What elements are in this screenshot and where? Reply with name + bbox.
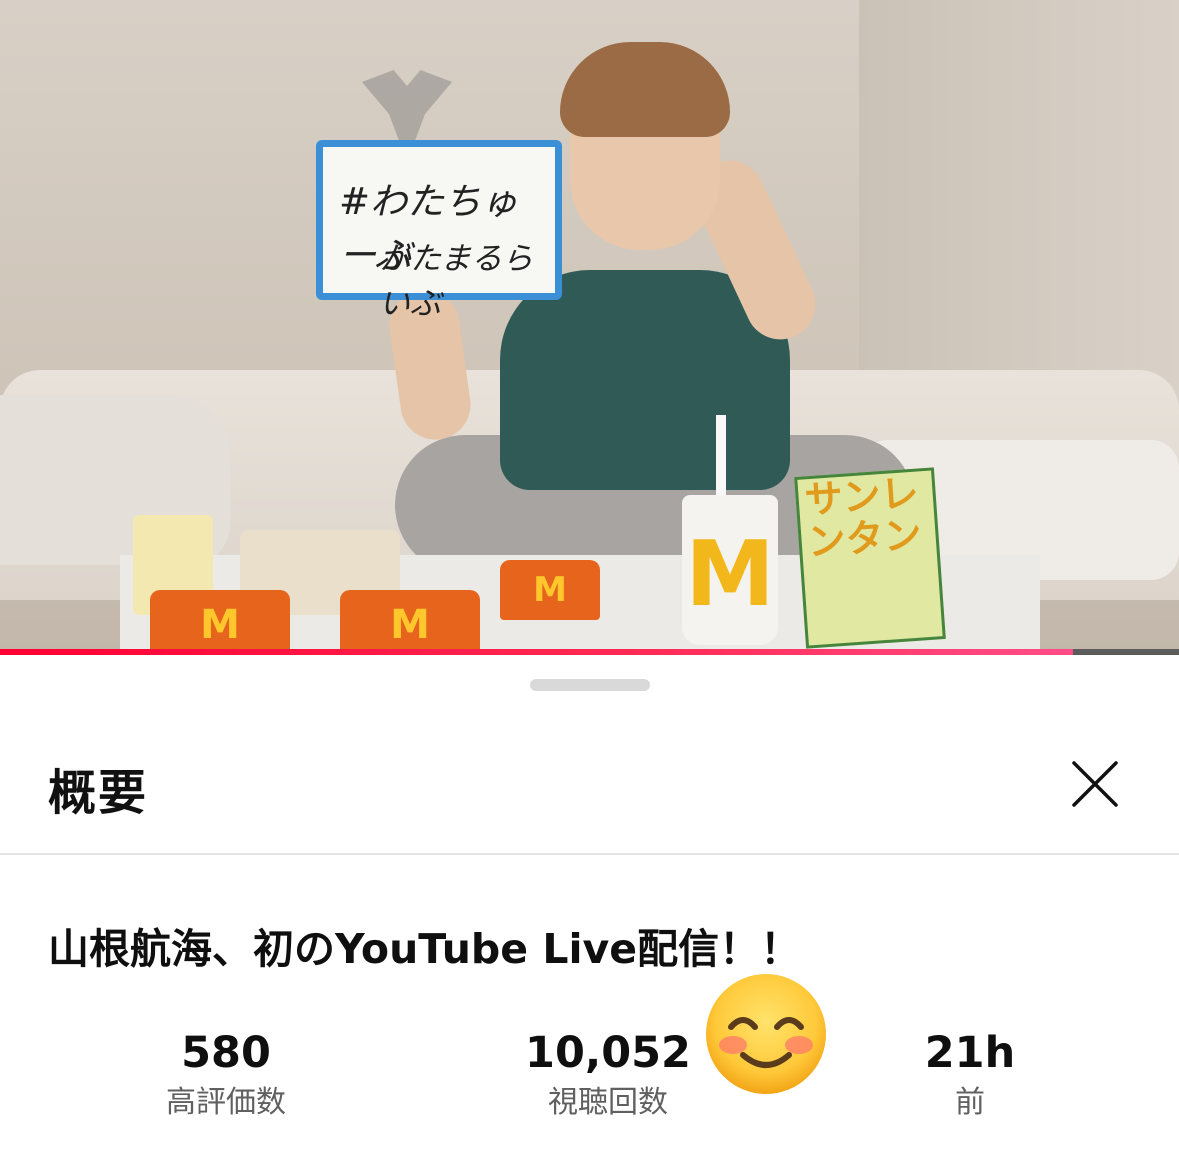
- likes-count: 580: [181, 1028, 271, 1078]
- views-stat: 10,052 視聴回数: [478, 1025, 738, 1123]
- smiling-face-emoji: [706, 974, 826, 1094]
- sheet-title: 概要: [48, 765, 149, 821]
- book: サンレンタン: [794, 467, 946, 649]
- fries-box: M: [150, 590, 290, 655]
- drink-cup: M: [682, 495, 778, 645]
- whiteboard-line-2: かたまるらいぶ: [379, 241, 534, 322]
- drag-handle[interactable]: [530, 679, 650, 691]
- divider: [0, 853, 1179, 855]
- close-button[interactable]: [1060, 749, 1130, 819]
- upload-age-value: 21h: [924, 1028, 1016, 1078]
- fries-box: M: [340, 590, 480, 655]
- video-progress-fill: [0, 649, 1073, 655]
- video-player[interactable]: #わたちゅーぶ かたまるらいぶ M M M M サンレンタン: [0, 0, 1179, 655]
- likes-label: 高評価数: [166, 1085, 286, 1120]
- close-icon: [1072, 761, 1118, 807]
- wall-decoration: [362, 70, 452, 150]
- whiteboard: #わたちゅーぶ かたまるらいぶ: [316, 140, 562, 322]
- straw: [716, 415, 726, 505]
- person-hair: [560, 42, 730, 137]
- upload-age-stat: 21h 前: [840, 1025, 1100, 1123]
- video-title: 山根航海、初のYouTube Live配信！！: [48, 925, 802, 973]
- description-sheet: 概要 山根航海、初のYouTube Live配信！！ 580 高評価数 10,0…: [0, 657, 1179, 1166]
- video-progress-bar[interactable]: [0, 649, 1179, 655]
- likes-stat: 580 高評価数: [96, 1025, 356, 1123]
- upload-age-label: 前: [955, 1085, 985, 1120]
- views-label: 視聴回数: [548, 1085, 668, 1120]
- views-count: 10,052: [525, 1028, 691, 1078]
- burger-box: M: [500, 560, 600, 620]
